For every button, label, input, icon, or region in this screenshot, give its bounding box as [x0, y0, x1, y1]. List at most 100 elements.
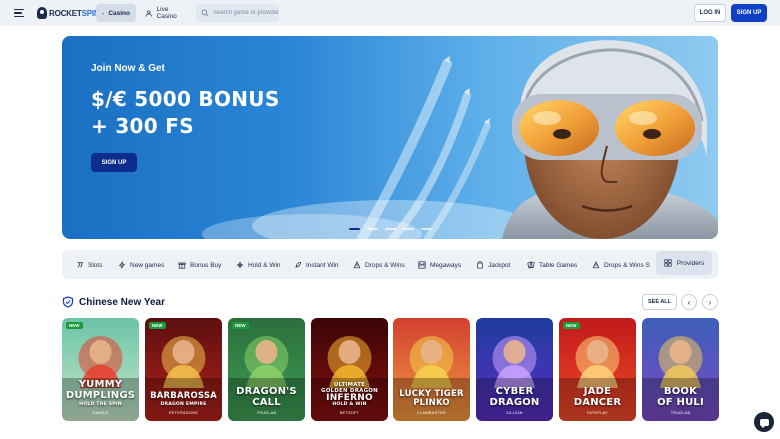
chevron-left-icon: ‹	[687, 297, 691, 307]
category-slots[interactable]: Slots	[76, 257, 102, 273]
game-tile[interactable]: NEW JADE DANCER FATEPLAY	[559, 318, 636, 421]
game-provider: TRUELAB	[670, 411, 691, 415]
category-label: Table Games	[539, 261, 578, 269]
hero-signup-button[interactable]: SIGN UP	[91, 153, 137, 172]
new-badge: NEW	[232, 322, 249, 329]
search-box[interactable]	[196, 4, 279, 22]
category-label: Jackpot	[488, 261, 511, 269]
game-provider: GAMZIX	[92, 411, 109, 415]
providers-button[interactable]: Providers	[656, 251, 712, 275]
category-label: New games	[130, 261, 165, 269]
tab-casino-label: Casino	[108, 9, 130, 17]
game-title: DANCER	[573, 396, 622, 408]
category-label: Hold & Win	[248, 261, 281, 269]
category-megaways[interactable]: Megaways	[418, 257, 461, 273]
category-hold-win[interactable]: Hold & Win	[236, 257, 281, 273]
game-tile[interactable]: NEW BARBAROSSA DRAGON EMPIRE PETER&SONS	[145, 318, 222, 421]
category-label: Bonus Buy	[190, 261, 222, 269]
new-badge: NEW	[149, 322, 166, 329]
grid-icon	[664, 259, 672, 267]
game-title: PLINKO	[413, 398, 450, 408]
drops-icon	[592, 261, 600, 269]
chat-button[interactable]	[754, 412, 774, 432]
game-provider: PETER&SONS	[169, 411, 198, 415]
game-provider: FATEPLAY	[586, 411, 609, 415]
spade-icon	[102, 11, 105, 15]
gift-icon	[178, 262, 186, 269]
carousel-dots	[349, 228, 432, 230]
game-provider: ZILLION	[506, 411, 523, 415]
game-provider: BETSOFT	[339, 411, 360, 415]
dealer-icon	[145, 9, 152, 17]
rocket-logo-icon	[37, 7, 47, 19]
hero-title-line2: + 300 FS	[91, 114, 194, 138]
game-subtitle: DRAGON EMPIRE	[160, 402, 207, 407]
new-badge: NEW	[66, 322, 83, 329]
next-arrow-button[interactable]: ›	[702, 294, 718, 310]
chat-icon	[759, 418, 769, 428]
hold-win-icon	[236, 261, 244, 269]
logo[interactable]: ROCKETSPIN	[37, 6, 100, 20]
category-bar: Slots New games Bonus Buy Hold & Win Ins…	[62, 250, 718, 279]
tab-live-casino[interactable]: Live Casino	[139, 4, 191, 22]
category-drops-wins[interactable]: Drops & Wins	[353, 257, 405, 273]
category-bonus-buy[interactable]: Bonus Buy	[178, 257, 221, 273]
carousel-dot[interactable]	[403, 228, 414, 230]
game-title: YUMMY	[78, 379, 123, 390]
section-header: Chinese New Year	[62, 294, 165, 310]
game-title: BOOK	[663, 386, 698, 397]
tab-casino[interactable]: Casino	[96, 4, 136, 22]
game-tile[interactable]: LUCKY TIGER PLINKO CLAWBUSTER	[393, 318, 470, 421]
game-tile[interactable]: NEW DRAGON'S CALL TRUELAB	[228, 318, 305, 421]
hamburger-menu-icon[interactable]	[14, 6, 28, 20]
search-input[interactable]	[213, 10, 279, 16]
game-tile[interactable]: ULTIMATE GOLDEN DRAGON INFERNO HOLD & WIN BE…	[311, 318, 388, 421]
hero-banner[interactable]: Join Now & Get $/€ 5000 BONUS + 300 FS S…	[62, 36, 718, 239]
category-label: Instant Win	[306, 261, 339, 269]
category-instant-win[interactable]: Instant Win	[294, 257, 339, 273]
game-subtitle: HOLD THE SPIN	[79, 402, 122, 407]
cards-icon	[527, 261, 535, 269]
game-title: BARBAROSSA	[150, 391, 217, 401]
category-new-games[interactable]: New games	[118, 257, 164, 273]
game-title: DRAGON	[489, 396, 540, 408]
game-title: OF HULI	[657, 396, 704, 408]
see-all-button[interactable]: SEE ALL	[642, 294, 677, 310]
megaways-icon	[418, 261, 426, 269]
jackpot-icon	[477, 261, 483, 269]
category-label: Megaways	[430, 261, 462, 269]
game-subtitle: HOLD & WIN	[332, 402, 367, 407]
carousel-dot[interactable]	[385, 228, 396, 230]
tab-live-casino-label: Live Casino	[156, 6, 177, 20]
lightning-icon	[118, 261, 126, 269]
game-title: CYBER	[495, 386, 534, 397]
carousel-dot[interactable]	[349, 228, 360, 230]
search-icon	[201, 9, 209, 17]
carousel-dot[interactable]	[367, 228, 378, 230]
game-tile[interactable]: NEW YUMMY DUMPLINGS HOLD THE SPIN GAMZIX	[62, 318, 139, 421]
hero-kicker: Join Now & Get	[91, 63, 165, 74]
category-table-games[interactable]: Table Games	[527, 257, 577, 273]
providers-label: Providers	[676, 259, 705, 267]
category-label: Drops & Wins	[365, 261, 405, 269]
game-tile[interactable]: BOOK OF HULI TRUELAB	[642, 318, 719, 421]
carousel-dot[interactable]	[421, 228, 432, 230]
new-badge: NEW	[563, 322, 580, 329]
game-title: JADE	[583, 386, 612, 397]
game-provider: CLAWBUSTER	[416, 411, 447, 415]
game-provider: TRUELAB	[256, 411, 277, 415]
game-title: INFERNO	[326, 392, 373, 403]
category-jackpot[interactable]: Jackpot	[476, 257, 510, 273]
hero-title: $/€ 5000 BONUS + 300 FS	[91, 86, 280, 140]
signup-button[interactable]: SIGN UP	[731, 4, 767, 22]
section-title: Chinese New Year	[79, 296, 165, 308]
login-button[interactable]: LOG IN	[694, 4, 726, 22]
rocket-icon	[295, 261, 302, 269]
next-section-peek	[62, 434, 718, 439]
category-drops-wins-s[interactable]: Drops & Wins S	[592, 257, 650, 273]
shield-icon	[62, 296, 74, 308]
prev-arrow-button[interactable]: ‹	[681, 294, 697, 310]
game-title: CALL	[252, 396, 281, 408]
drops-icon	[353, 261, 361, 269]
game-tile[interactable]: CYBER DRAGON ZILLION	[476, 318, 553, 421]
